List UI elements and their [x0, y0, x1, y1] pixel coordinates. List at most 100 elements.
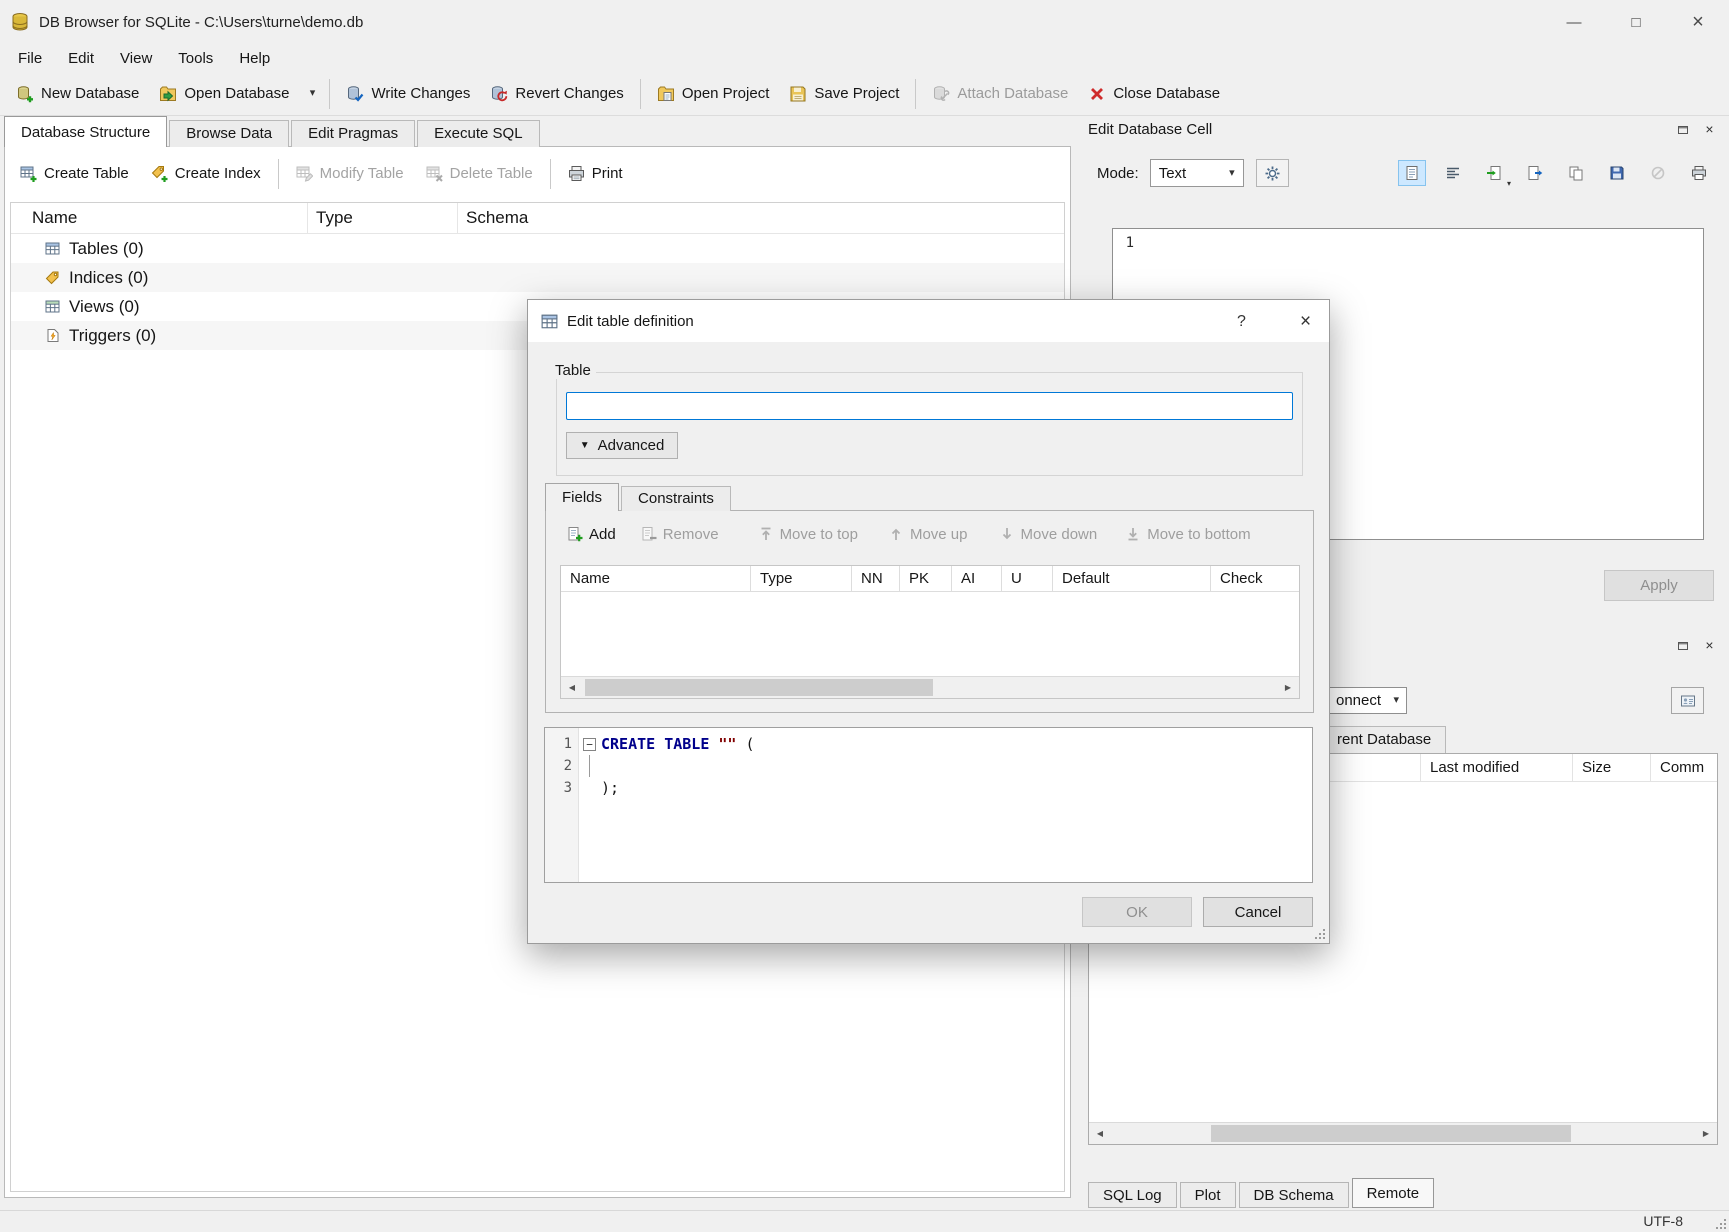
toolbar-separator — [278, 159, 279, 189]
window-resize-grip[interactable] — [1715, 1218, 1727, 1230]
column-u[interactable]: U — [1002, 566, 1053, 591]
dialog-help-button[interactable]: ? — [1227, 307, 1256, 336]
tab-constraints[interactable]: Constraints — [621, 486, 731, 511]
scroll-thumb[interactable] — [585, 679, 933, 696]
save-cell-button[interactable] — [1603, 160, 1631, 186]
remote-current-database-tab[interactable]: rent Database — [1322, 726, 1446, 753]
open-database-button[interactable]: Open Database — [149, 76, 299, 112]
tree-row-indices[interactable]: Indices (0) — [11, 263, 1064, 292]
scroll-right-button[interactable]: ▶ — [1277, 677, 1299, 698]
revert-changes-button[interactable]: Revert Changes — [480, 76, 633, 112]
word-wrap-button[interactable] — [1439, 160, 1467, 186]
tab-db-schema[interactable]: DB Schema — [1239, 1182, 1349, 1208]
attach-database-icon — [932, 85, 950, 103]
menu-item-view[interactable]: View — [107, 47, 165, 70]
fold-collapse-icon[interactable]: − — [583, 738, 596, 751]
table-name-input[interactable] — [566, 392, 1293, 420]
mode-combobox[interactable]: Text ▾ — [1150, 159, 1244, 187]
create-index-label: Create Index — [175, 165, 261, 182]
save-project-button[interactable]: Save Project — [779, 76, 909, 112]
create-table-button[interactable]: Create Table — [9, 157, 140, 191]
remote-column-size[interactable]: Size — [1572, 754, 1650, 781]
tab-sql-log[interactable]: SQL Log — [1088, 1182, 1177, 1208]
import-from-file-button[interactable]: ▾ — [1480, 160, 1508, 186]
dock-close-button[interactable]: × — [1699, 636, 1720, 655]
column-check[interactable]: Check — [1211, 566, 1299, 591]
dialog-resize-grip[interactable] — [1313, 927, 1326, 940]
tree-column-name[interactable]: Name — [11, 203, 308, 233]
open-database-menu-arrow-icon: ▾ — [310, 88, 316, 99]
tree-row-tables[interactable]: Tables (0) — [11, 234, 1064, 263]
fields-table-body[interactable] — [561, 592, 1299, 676]
add-field-button[interactable]: Add — [567, 526, 616, 543]
tree-column-schema[interactable]: Schema — [458, 203, 1064, 233]
create-index-button[interactable]: Create Index — [140, 157, 272, 191]
auto-mode-settings-button[interactable] — [1256, 159, 1289, 187]
column-default[interactable]: Default — [1053, 566, 1211, 591]
fields-horizontal-scrollbar[interactable]: ◀ ▶ — [561, 676, 1299, 698]
copy-button[interactable] — [1562, 160, 1590, 186]
minimize-icon: — — [1567, 14, 1582, 31]
print-cell-button[interactable] — [1685, 160, 1713, 186]
tab-database-structure[interactable]: Database Structure — [4, 116, 167, 147]
tab-browse-data[interactable]: Browse Data — [169, 120, 289, 147]
ok-button: OK — [1082, 897, 1192, 927]
new-database-button[interactable]: New Database — [6, 76, 149, 112]
maximize-button[interactable]: □ — [1605, 0, 1667, 44]
tab-remote[interactable]: Remote — [1352, 1178, 1435, 1208]
remote-horizontal-scrollbar[interactable]: ◀ ▶ — [1089, 1122, 1717, 1144]
column-name[interactable]: Name — [561, 566, 751, 591]
scroll-left-button[interactable]: ◀ — [1089, 1123, 1111, 1144]
tab-plot[interactable]: Plot — [1180, 1182, 1236, 1208]
export-icon — [1527, 165, 1543, 181]
float-icon — [1678, 125, 1688, 134]
column-pk[interactable]: PK — [900, 566, 952, 591]
remote-identity-settings-button[interactable] — [1671, 687, 1704, 714]
scroll-left-button[interactable]: ◀ — [561, 677, 583, 698]
minimize-button[interactable]: — — [1543, 0, 1605, 44]
menu-item-tools[interactable]: Tools — [165, 47, 226, 70]
scroll-thumb[interactable] — [1211, 1125, 1571, 1142]
tab-execute-sql[interactable]: Execute SQL — [417, 120, 539, 147]
cancel-button[interactable]: Cancel — [1203, 897, 1313, 927]
dialog-close-button[interactable]: × — [1291, 307, 1320, 336]
create-table-label: Create Table — [44, 165, 129, 182]
sql-preview-code: − CREATE TABLE "" ( ); — [579, 728, 1312, 882]
close-database-button[interactable]: Close Database — [1078, 76, 1230, 112]
menu-item-file[interactable]: File — [5, 47, 55, 70]
encoding-indicator[interactable]: UTF-8 — [1643, 1213, 1683, 1229]
open-database-menu-button[interactable]: ▾ — [301, 76, 323, 112]
print-button[interactable]: Print — [557, 157, 634, 191]
tree-row-label: Views (0) — [69, 297, 140, 317]
sql-text: ); — [601, 777, 619, 799]
column-ai[interactable]: AI — [952, 566, 1002, 591]
fold-margin[interactable]: − — [583, 733, 601, 755]
menu-item-help[interactable]: Help — [226, 47, 283, 70]
tab-edit-pragmas[interactable]: Edit Pragmas — [291, 120, 415, 147]
export-to-file-button[interactable] — [1521, 160, 1549, 186]
dock-float-button[interactable] — [1672, 636, 1693, 655]
tree-row-label: Tables (0) — [69, 239, 144, 259]
menu-item-edit[interactable]: Edit — [55, 47, 107, 70]
app-database-icon — [10, 12, 30, 32]
tab-fields[interactable]: Fields — [545, 483, 619, 511]
write-changes-button[interactable]: Write Changes — [336, 76, 480, 112]
dialog-table-icon — [541, 313, 558, 330]
remote-identity-combobox[interactable]: onnect ▾ — [1322, 687, 1407, 714]
sql-rest: ( — [736, 733, 754, 755]
column-nn[interactable]: NN — [852, 566, 900, 591]
advanced-button[interactable]: ▼ Advanced — [566, 432, 678, 459]
close-button[interactable]: × — [1667, 0, 1729, 44]
column-type[interactable]: Type — [751, 566, 852, 591]
move-to-top-label: Move to top — [780, 526, 858, 543]
apply-button: Apply — [1604, 570, 1714, 601]
remote-column-commit[interactable]: Comm — [1650, 754, 1717, 781]
dock-float-button[interactable] — [1672, 120, 1693, 139]
open-project-label: Open Project — [682, 85, 770, 102]
tree-column-type[interactable]: Type — [308, 203, 458, 233]
dock-close-button[interactable]: × — [1699, 120, 1720, 139]
open-project-button[interactable]: Open Project — [647, 76, 780, 112]
remote-column-last-modified[interactable]: Last modified — [1420, 754, 1572, 781]
text-view-button[interactable] — [1398, 160, 1426, 186]
scroll-right-button[interactable]: ▶ — [1695, 1123, 1717, 1144]
